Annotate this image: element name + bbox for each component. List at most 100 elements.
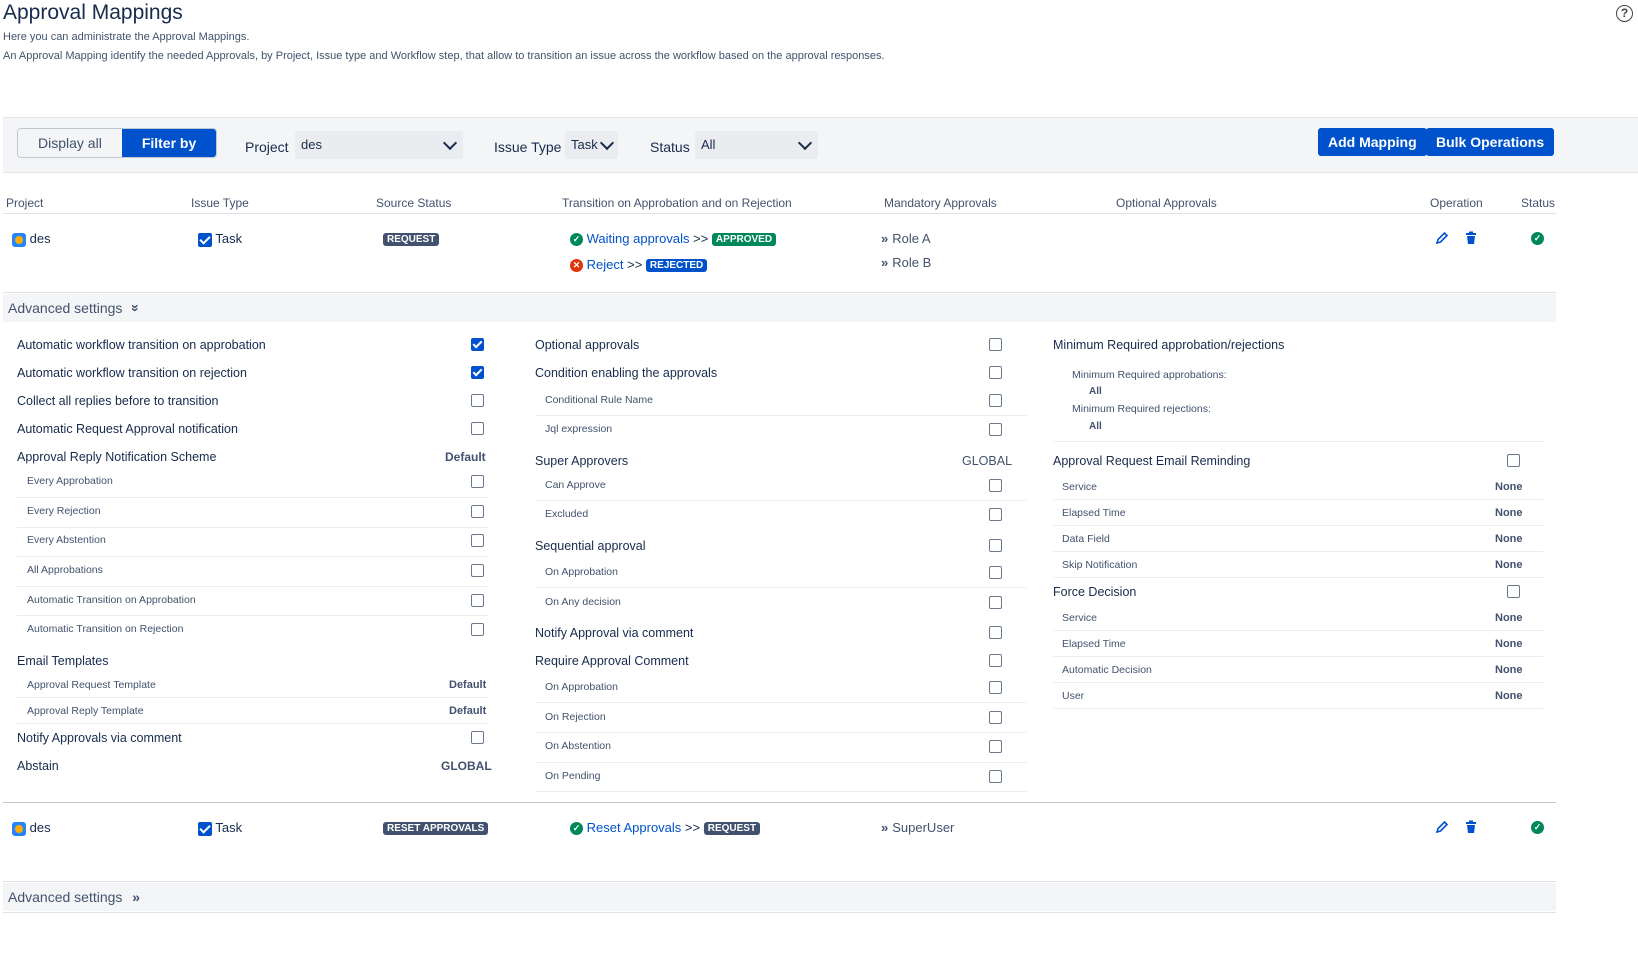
checkbox-rc-approbation[interactable] [989, 681, 1002, 694]
row-divider [3, 802, 1556, 803]
checkbox-require-comment[interactable] [989, 654, 1002, 667]
setting-skip-notification: Skip Notification [1062, 559, 1138, 571]
setting-conditional-rule: Conditional Rule Name [545, 394, 653, 406]
column-header-status: Status [1521, 196, 1556, 210]
setting-optional-approvals: Optional approvals [535, 338, 640, 352]
checkbox-collect-replies[interactable] [471, 394, 484, 407]
setting-super-approvers: Super Approvers [535, 454, 629, 468]
delete-trash-icon[interactable] [1464, 231, 1478, 245]
setting-require-comment: Require Approval Comment [535, 654, 689, 668]
page-description-detail: An Approval Mapping identify the needed … [3, 50, 885, 62]
divider [1053, 577, 1543, 578]
help-icon[interactable]: ? [1616, 5, 1633, 22]
page-description: Here you can administrate the Approval M… [3, 31, 250, 43]
error-circle-icon: ✕ [570, 259, 583, 273]
add-mapping-button[interactable]: Add Mapping [1318, 128, 1427, 156]
filter-by-button[interactable]: Filter by [121, 129, 217, 157]
checkbox-jql[interactable] [989, 423, 1002, 436]
advanced-settings-toggle[interactable]: Advanced settings » [3, 883, 1556, 911]
setting-every-abstention: Every Abstention [27, 534, 106, 546]
checkbox-auto-rejection[interactable] [471, 366, 484, 379]
divider [1053, 682, 1543, 683]
checkbox-every-approbation[interactable] [471, 475, 484, 488]
project-select[interactable]: des [295, 131, 463, 159]
checkbox-rc-rejection[interactable] [989, 711, 1002, 724]
divider [1053, 441, 1543, 442]
page-title: Approval Mappings [3, 1, 183, 24]
divider [535, 762, 1027, 763]
setting-reply-scheme-value: Default [445, 450, 486, 464]
divider [1053, 708, 1543, 709]
setting-force-elapsed: Elapsed Time [1062, 638, 1126, 650]
mandatory-approval-item: » Role A [881, 231, 931, 246]
setting-every-approbation: Every Approbation [27, 475, 113, 487]
checkbox-condition[interactable] [989, 366, 1002, 379]
checkbox-seq-on-approbation[interactable] [989, 566, 1002, 579]
setting-abstain: Abstain [17, 759, 59, 773]
divider [535, 791, 1027, 792]
transition-link[interactable]: Waiting approvals [587, 231, 690, 246]
issue-type-select[interactable]: Task [565, 131, 618, 159]
setting-min-required: Minimum Required approbation/rejections [1053, 338, 1285, 352]
source-status: RESET APPROVALS [383, 820, 489, 836]
row-divider [3, 912, 1556, 913]
divider [535, 500, 1027, 501]
checkbox-force-decision[interactable] [1507, 585, 1520, 598]
setting-force-service-value: None [1495, 612, 1523, 624]
setting-abstain-value: GLOBAL [441, 759, 492, 773]
divider [17, 697, 489, 698]
status-filter-label: Status [650, 139, 690, 155]
checkbox-excluded[interactable] [989, 508, 1002, 521]
edit-pencil-icon[interactable] [1435, 231, 1449, 245]
checkbox-notify-comment-2[interactable] [989, 626, 1002, 639]
checkbox-conditional-rule[interactable] [989, 394, 1002, 407]
column-header-optional-approvals: Optional Approvals [1116, 196, 1217, 210]
checkbox-all-approbations[interactable] [471, 564, 484, 577]
checkbox-email-reminding[interactable] [1507, 454, 1520, 467]
edit-pencil-icon[interactable] [1435, 820, 1449, 834]
setting-seq-on-approbation: On Approbation [545, 566, 618, 578]
check-circle-icon: ✓ [570, 233, 583, 247]
transition-approbation: ✓ Reset Approvals >> REQUEST [570, 820, 761, 836]
transition-approbation: ✓ Waiting approvals >> APPROVED [570, 231, 777, 247]
checkbox-can-approve[interactable] [989, 479, 1002, 492]
checkbox-rc-abstention[interactable] [989, 740, 1002, 753]
transition-arrow: >> [693, 231, 709, 246]
checkbox-every-rejection[interactable] [471, 505, 484, 518]
status-select-value: All [701, 137, 716, 152]
transition-rejection: ✕ Reject >> REJECTED [570, 257, 708, 273]
task-icon [198, 232, 212, 247]
view-toggle: Display all Filter by [17, 128, 218, 158]
delete-trash-icon[interactable] [1464, 820, 1478, 834]
checkbox-every-abstention[interactable] [471, 534, 484, 547]
setting-force-decision: Force Decision [1053, 585, 1137, 599]
filter-toolbar: Display all Filter by Project des Issue … [3, 117, 1638, 173]
setting-request-template-value: Default [449, 679, 487, 691]
checkbox-seq-on-any[interactable] [989, 596, 1002, 609]
setting-data-field: Data Field [1062, 533, 1110, 545]
advanced-settings-label: Advanced settings [8, 300, 123, 316]
status-lozenge: REJECTED [645, 259, 708, 273]
setting-rc-pending: On Pending [545, 770, 601, 782]
status-lozenge: RESET APPROVALS [383, 822, 489, 836]
display-all-button[interactable]: Display all [18, 129, 122, 157]
checkbox-auto-approbation[interactable] [471, 338, 484, 351]
table-row-project: des [12, 231, 51, 247]
divider [17, 556, 489, 557]
checkbox-sequential[interactable] [989, 539, 1002, 552]
checkbox-rc-pending[interactable] [989, 770, 1002, 783]
role-name: Role A [892, 231, 931, 246]
divider [1053, 499, 1543, 500]
status-select[interactable]: All [695, 131, 818, 159]
checkbox-auto-notification[interactable] [471, 422, 484, 435]
setting-notify-comment-2: Notify Approval via comment [535, 626, 694, 640]
checkbox-auto-transition-approbation[interactable] [471, 594, 484, 607]
bulk-operations-button[interactable]: Bulk Operations [1426, 128, 1555, 156]
checkbox-auto-transition-rejection[interactable] [471, 623, 484, 636]
transition-link[interactable]: Reject [587, 257, 624, 272]
checkbox-optional-approvals[interactable] [989, 338, 1002, 351]
advanced-settings-toggle[interactable]: Advanced settings » [3, 294, 1556, 322]
transition-link[interactable]: Reset Approvals [587, 820, 682, 835]
divider [1053, 656, 1543, 657]
checkbox-notify-comment[interactable] [471, 731, 484, 744]
